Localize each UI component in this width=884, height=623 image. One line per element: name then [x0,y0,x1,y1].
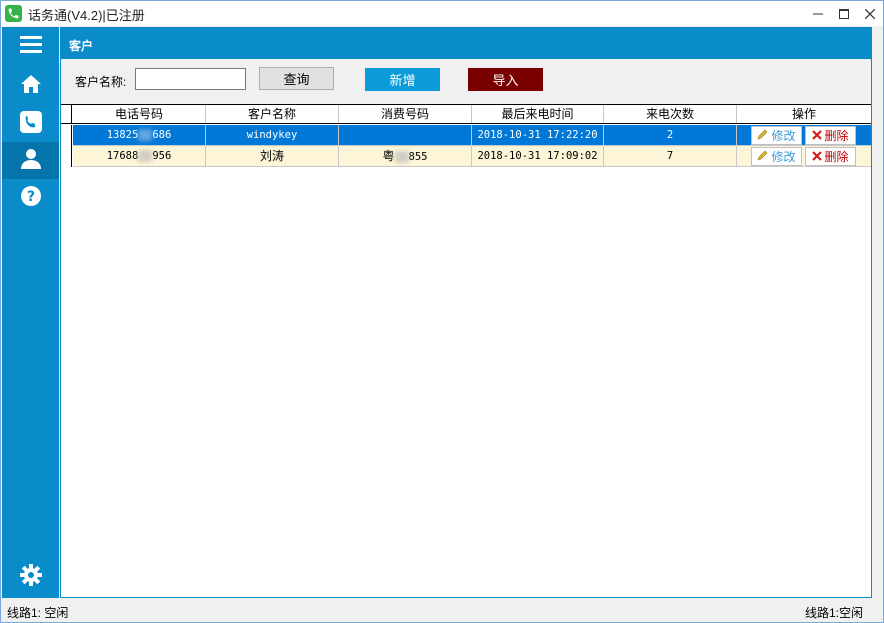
app-window: 话务通(V4.2)|已注册 ? 客户 客户名称: 查询 新增 导入 电话号码 客… [0,0,884,623]
phone-cell[interactable]: 13825 686 [73,125,206,146]
query-button[interactable]: 查询 [259,67,334,90]
redacted-mask [138,150,153,162]
delete-label: 删除 [824,129,849,143]
phone-prefix: 17688 [106,150,139,162]
last-call-cell[interactable]: 2018-10-31 17:22:20 [472,125,604,146]
delete-label: 删除 [824,150,849,164]
delete-x-icon [812,129,823,143]
table-row[interactable]: 13825 686 windykey 2018-10-31 17:22:20 2 … [61,125,871,146]
window-title: 话务通(V4.2)|已注册 [28,8,145,23]
delete-x-icon [812,150,823,164]
sidebar-item-customers[interactable] [2,142,59,179]
edit-button[interactable]: 修改 [751,126,802,145]
row-indicator[interactable] [61,146,72,167]
row-header-corner [61,105,72,123]
column-header-consume-number[interactable]: 消费号码 [339,105,472,123]
menu-icon [19,35,42,56]
phone-suffix: 956 [152,150,172,162]
last-call-cell[interactable]: 2018-10-31 17:09:02 [472,146,604,167]
pencil-icon [757,128,769,143]
header-bar: 客户 [61,28,871,59]
delete-button[interactable]: 删除 [805,126,856,145]
help-icon: ? [20,185,42,210]
status-bar: 线路1: 空闲 线路1:空闲 [1,599,883,622]
edit-label: 修改 [771,129,796,143]
svg-text:?: ? [26,189,34,205]
actions-cell: 修改 删除 [737,146,871,167]
title-bar: 话务通(V4.2)|已注册 [1,1,883,26]
column-header-phone[interactable]: 电话号码 [73,105,206,123]
import-button[interactable]: 导入 [468,68,543,91]
line-status-left: 线路1: 空闲 [7,606,69,620]
app-logo-icon [5,5,22,22]
customer-name-input[interactable] [135,68,246,90]
column-header-call-count[interactable]: 来电次数 [604,105,737,123]
table-row[interactable]: 17688 956 刘涛 粤 855 2018-10-31 17:09:02 7 修… [61,146,871,167]
sidebar-item-calls[interactable] [2,105,59,142]
edit-label: 修改 [771,150,796,164]
sidebar-item-settings[interactable] [2,558,59,595]
sidebar-item-help[interactable]: ? [2,179,59,216]
table-header: 电话号码 客户名称 消费号码 最后来电时间 来电次数 操作 [61,105,871,124]
redacted-mask [138,129,153,141]
row-indicator[interactable] [61,125,72,146]
home-icon [20,74,42,97]
redacted-mask [394,150,409,163]
close-button[interactable] [855,1,884,26]
sidebar: ? [2,27,59,598]
sidebar-item-home[interactable] [2,67,59,104]
phone-prefix: 13825 [106,129,139,141]
phone-icon [19,111,42,136]
column-header-actions: 操作 [791,107,816,121]
user-icon [20,148,42,173]
pencil-icon [757,149,769,164]
add-button[interactable]: 新增 [365,68,440,91]
line-status-right: 线路1:空闲 [804,606,863,620]
column-header-last-call[interactable]: 最后来电时间 [472,105,604,123]
name-cell[interactable]: 刘涛 [206,146,339,167]
toolbar: 客户名称: 查询 新增 导入 [61,59,871,104]
phone-cell[interactable]: 17688 956 [73,146,206,167]
edit-button[interactable]: 修改 [751,147,802,166]
page-title: 客户 [69,39,94,53]
sidebar-menu-toggle[interactable] [2,27,59,64]
consume-number-cell[interactable]: 粤 855 [339,146,472,167]
consume-prefix: 粤 [382,149,395,163]
call-count-cell[interactable]: 2 [604,125,737,146]
phone-suffix: 686 [152,129,172,141]
call-count-cell[interactable]: 7 [604,146,737,167]
actions-cell: 修改 删除 [737,125,871,146]
consume-number-cell[interactable] [339,125,472,146]
consume-suffix: 855 [408,151,428,163]
name-cell[interactable]: windykey [206,125,339,146]
settings-icon [19,564,42,589]
customer-table: 电话号码 客户名称 消费号码 最后来电时间 来电次数 操作 13825 686 w… [61,104,871,597]
delete-button[interactable]: 删除 [805,147,856,166]
column-header-name[interactable]: 客户名称 [206,105,339,123]
customer-name-label: 客户名称: [75,75,127,89]
main-panel: 客户 客户名称: 查询 新增 导入 电话号码 客户名称 消费号码 最后来电时间 … [60,27,872,598]
